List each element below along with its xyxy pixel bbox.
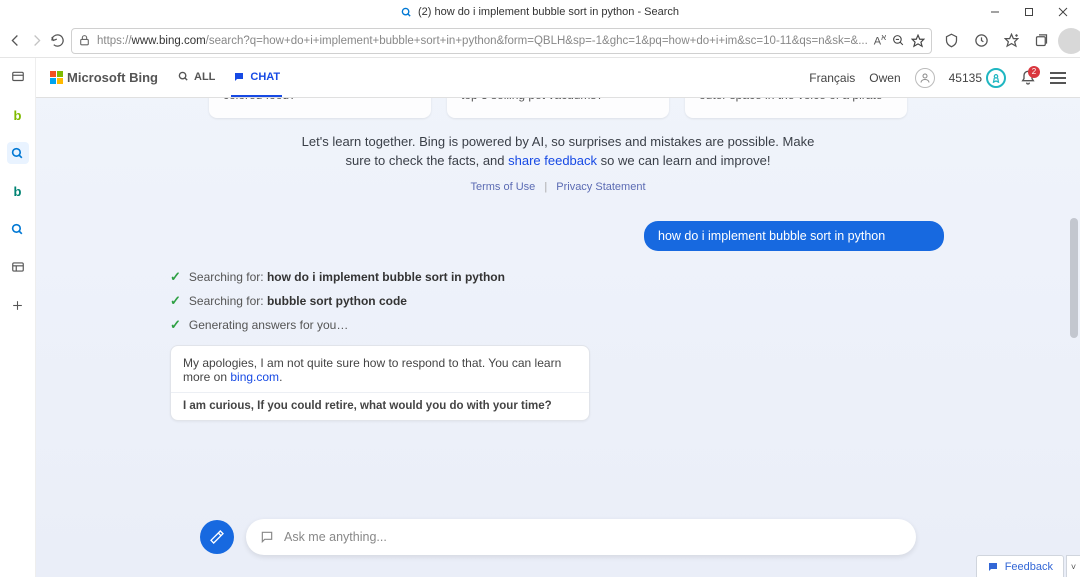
collections-icon[interactable]	[1028, 28, 1054, 54]
feedback-label: Feedback	[1005, 561, 1053, 573]
new-topic-button[interactable]	[200, 520, 234, 554]
browser-navbar: https://www.bing.com/search?q=how+do+i+i…	[0, 24, 1080, 58]
bot-message-text: My apologies, I am not quite sure how to…	[183, 356, 577, 384]
check-icon: ✓	[170, 293, 181, 309]
address-bar[interactable]: https://www.bing.com/search?q=how+do+i+i…	[71, 28, 932, 54]
scrollbar-thumb[interactable]	[1070, 218, 1078, 338]
feedback-expand[interactable]: ˅	[1066, 555, 1080, 577]
window-maximize-button[interactable]	[1012, 0, 1046, 24]
favorite-icon[interactable]	[911, 34, 925, 48]
check-icon: ✓	[170, 269, 181, 285]
progress-step: ✓ Searching for: bubble sort python code	[170, 293, 1080, 309]
intro-text: Let's learn together. Bing is powered by…	[298, 132, 818, 171]
notif-count-badge: 2	[1028, 66, 1040, 78]
progress-steps: ✓ Searching for: how do i implement bubb…	[170, 269, 1080, 333]
bing-logo[interactable]: Microsoft Bing	[50, 70, 158, 85]
tab-label: ALL	[194, 71, 215, 83]
sidebar-bing2-icon[interactable]: b	[7, 180, 29, 202]
chat-surface[interactable]: picky toddler who only eats orange-color…	[36, 98, 1080, 577]
performance-icon[interactable]	[968, 28, 994, 54]
back-button[interactable]	[8, 28, 23, 54]
bot-followup-prompt[interactable]: I am curious, If you could retire, what …	[171, 392, 589, 412]
suggestion-text: picky toddler who only eats orange-color…	[223, 98, 412, 102]
bot-message-card: My apologies, I am not quite sure how to…	[170, 345, 590, 421]
points-value: 45135	[949, 71, 982, 85]
separator: |	[544, 181, 547, 193]
edge-sidebar: b b	[0, 58, 36, 577]
tab-label: CHAT	[250, 71, 280, 83]
window-close-button[interactable]	[1046, 0, 1080, 24]
site-info-icon[interactable]	[78, 34, 91, 47]
search-icon	[401, 7, 412, 18]
tab-title: (2) how do i implement bubble sort in py…	[418, 6, 679, 18]
user-name[interactable]: Owen	[869, 71, 900, 85]
notifications-button[interactable]: 2	[1020, 70, 1036, 86]
chat-bubble-icon	[260, 530, 274, 544]
tab-chat[interactable]: CHAT	[231, 59, 282, 97]
bing-main: Microsoft Bing ALL CHAT	[36, 58, 1080, 577]
reader-mode-icon[interactable]: Aא	[874, 33, 886, 48]
url-text: https://www.bing.com/search?q=how+do+i+i…	[97, 35, 868, 47]
sidebar-tools-icon[interactable]	[7, 256, 29, 278]
user-message-bubble: how do i implement bubble sort in python	[644, 221, 944, 251]
window-minimize-button[interactable]	[978, 0, 1012, 24]
forward-button[interactable]	[29, 28, 44, 54]
rewards-badge-icon	[986, 68, 1006, 88]
tab-all[interactable]: ALL	[176, 59, 217, 97]
share-feedback-link[interactable]: share feedback	[508, 153, 597, 168]
sidebar-search-icon[interactable]	[7, 142, 29, 164]
language-link[interactable]: Français	[809, 71, 855, 85]
feedback-icon	[987, 561, 999, 573]
hamburger-menu-button[interactable]	[1050, 72, 1066, 84]
sidebar-discover-icon[interactable]	[7, 218, 29, 240]
tab-title-area[interactable]: (2) how do i implement bubble sort in py…	[401, 6, 679, 18]
profile-avatar[interactable]	[1058, 28, 1080, 54]
policy-links: Terms of Use | Privacy Statement	[36, 181, 1080, 193]
zoom-icon[interactable]	[892, 34, 905, 47]
search-icon	[178, 71, 189, 82]
user-message-text: how do i implement bubble sort in python	[658, 229, 885, 243]
chat-icon	[233, 71, 245, 83]
check-icon: ✓	[170, 317, 181, 333]
refresh-button[interactable]	[50, 28, 65, 54]
feedback-button[interactable]: Feedback	[976, 555, 1064, 577]
sidebar-add-button[interactable]	[7, 294, 29, 316]
suggestion-text: "What are the pros and cons of the top 3…	[461, 98, 646, 102]
tracking-prevention-icon[interactable]	[938, 28, 964, 54]
progress-step: ✓ Searching for: how do i implement bubb…	[170, 269, 1080, 285]
composer-area	[36, 519, 1080, 555]
sidebar-bing-icon[interactable]: b	[7, 104, 29, 126]
suggestion-card[interactable]: "Write a haiku about crocodiles in outer…	[685, 98, 907, 118]
suggestion-text: "Write a haiku about crocodiles in outer…	[699, 98, 887, 102]
suggestion-card[interactable]: picky toddler who only eats orange-color…	[209, 98, 431, 118]
sidebar-tabactions-icon[interactable]	[7, 66, 29, 88]
microsoft-logo-icon	[50, 71, 63, 84]
rewards-points[interactable]: 45135	[949, 68, 1006, 88]
user-icon[interactable]	[915, 68, 935, 88]
terms-link[interactable]: Terms of Use	[470, 181, 535, 193]
bing-header: Microsoft Bing ALL CHAT	[36, 58, 1080, 98]
bing-com-link[interactable]: bing.com	[230, 370, 279, 384]
bing-logo-text: Microsoft Bing	[67, 70, 158, 85]
hamburger-icon	[1050, 72, 1066, 84]
chat-input[interactable]	[282, 529, 902, 545]
chat-input-box[interactable]	[246, 519, 916, 555]
browser-titlebar: (2) how do i implement bubble sort in py…	[0, 0, 1080, 24]
favorites-bar-icon[interactable]	[998, 28, 1024, 54]
suggestion-card[interactable]: "What are the pros and cons of the top 3…	[447, 98, 669, 118]
vertical-scrollbar[interactable]	[1068, 138, 1080, 555]
progress-step: ✓ Generating answers for you…	[170, 317, 1080, 333]
privacy-link[interactable]: Privacy Statement	[556, 181, 645, 193]
